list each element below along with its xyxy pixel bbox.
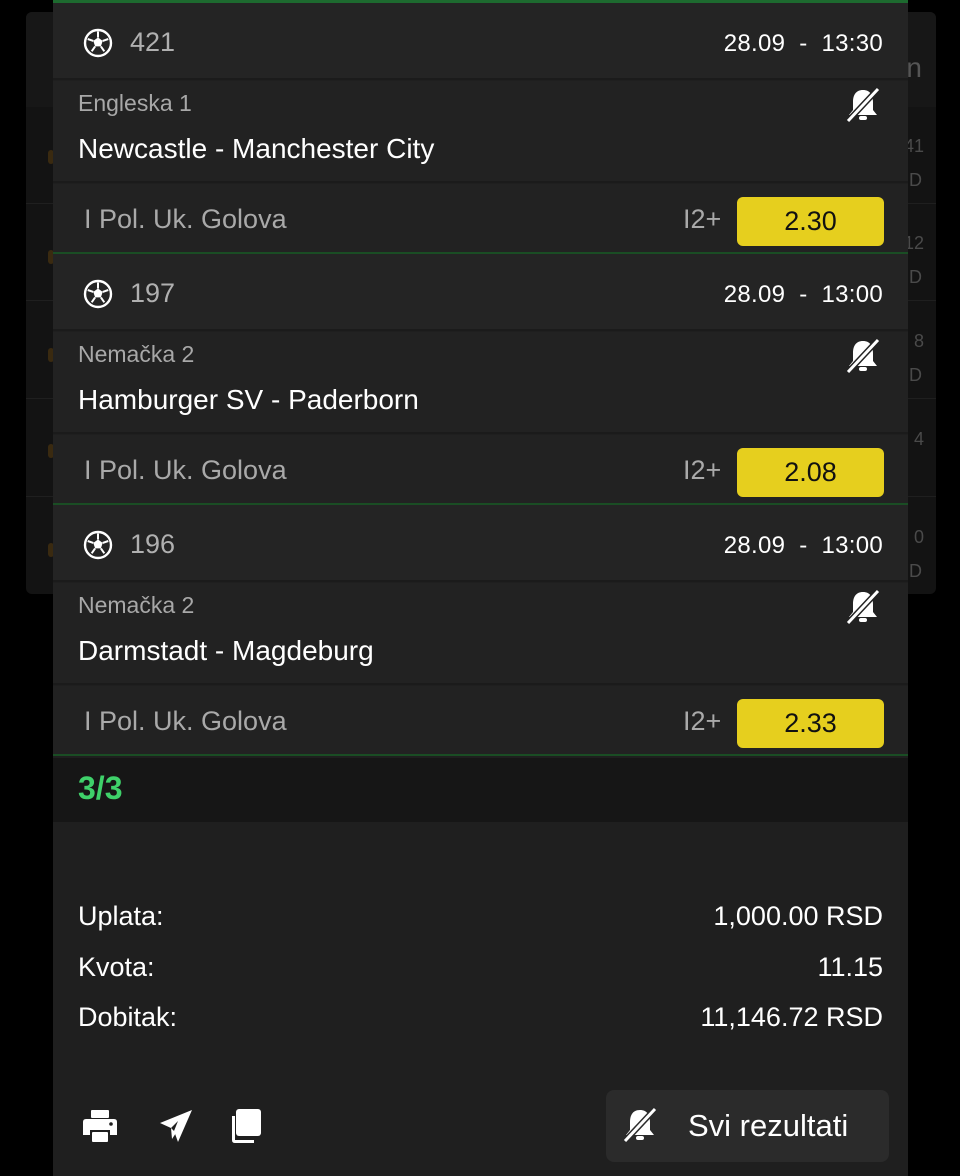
odd-button[interactable]: 2.30	[737, 197, 884, 246]
selection-name: I2+	[683, 204, 722, 234]
match-body: Nemačka 2 Hamburger SV - Paderborn	[53, 332, 908, 434]
match-header: 196 28.09 - 13:00	[53, 505, 908, 582]
match-body: Engleska 1 Newcastle - Manchester City	[53, 81, 908, 183]
match-teams: Darmstadt - Magdeburg	[78, 635, 374, 666]
match-pick: I Pol. Uk. Golova I2+ 2.08	[53, 435, 908, 505]
background-text: D	[909, 267, 922, 287]
bet-ticket: 421 28.09 - 13:30 Engleska 1 Newcastle -…	[53, 0, 908, 1176]
selection-name: I2+	[683, 706, 722, 736]
match-datetime: 28.09 - 13:30	[723, 30, 883, 57]
selection-name: I2+	[683, 455, 722, 485]
status-count: 3/3	[78, 770, 123, 806]
notification-off-icon	[622, 1106, 658, 1144]
odd-button[interactable]: 2.08	[737, 448, 884, 497]
background-header-text: n	[906, 52, 922, 83]
odds-label: Kvota:	[78, 952, 155, 982]
match-code: 421	[130, 27, 176, 57]
odd-button[interactable]: 2.33	[737, 699, 884, 748]
match-datetime: 28.09 - 13:00	[723, 532, 883, 559]
notification-off-icon[interactable]	[843, 85, 883, 125]
match-teams: Newcastle - Manchester City	[78, 133, 435, 164]
background-text: D	[909, 561, 922, 581]
match-code: 197	[130, 278, 176, 308]
match-header: 197 28.09 - 13:00	[53, 254, 908, 331]
league-name: Nemačka 2	[78, 592, 195, 618]
match-datetime: 28.09 - 13:00	[723, 281, 883, 308]
send-icon[interactable]	[156, 1106, 196, 1146]
ticket-actions: Svi rezultati	[53, 1090, 908, 1162]
ticket-status-bar: 3/3	[53, 758, 908, 822]
match-pick: I Pol. Uk. Golova I2+ 2.33	[53, 686, 908, 756]
background-text: 4	[913, 429, 924, 449]
match-item: 421 28.09 - 13:30 Engleska 1 Newcastle -…	[53, 3, 908, 254]
stake-label: Uplata:	[78, 901, 164, 931]
football-icon	[83, 28, 113, 58]
all-results-label: Svi rezultati	[688, 1108, 849, 1143]
odds-value: 11.15	[817, 952, 883, 982]
all-results-button[interactable]: Svi rezultati	[606, 1090, 889, 1162]
league-name: Engleska 1	[78, 90, 192, 116]
win-row: Dobitak: 11,146.72 RSD	[78, 1002, 883, 1042]
football-icon	[83, 530, 113, 560]
match-header: 421 28.09 - 13:30	[53, 3, 908, 80]
odds-row: Kvota: 11.15	[78, 952, 883, 992]
background-text: D	[909, 365, 922, 385]
match-item: 197 28.09 - 13:00 Nemačka 2 Hamburger SV…	[53, 254, 908, 505]
match-item: 196 28.09 - 13:00 Nemačka 2 Darmstadt - …	[53, 505, 908, 756]
stake-value: 1,000.00 RSD	[713, 901, 883, 931]
win-value: 11,146.72 RSD	[700, 1002, 883, 1032]
market-name: I Pol. Uk. Golova	[84, 204, 287, 234]
win-label: Dobitak:	[78, 1002, 178, 1032]
stake-row: Uplata: 1,000.00 RSD	[78, 901, 883, 941]
background-text: 0	[913, 527, 924, 547]
match-teams: Hamburger SV - Paderborn	[78, 384, 419, 415]
market-name: I Pol. Uk. Golova	[84, 706, 287, 736]
copy-icon[interactable]	[225, 1106, 265, 1146]
printer-icon[interactable]	[80, 1106, 120, 1146]
background-text: D	[909, 170, 922, 190]
league-name: Nemačka 2	[78, 341, 195, 367]
market-name: I Pol. Uk. Golova	[84, 455, 287, 485]
background-text: 8	[913, 331, 924, 351]
match-pick: I Pol. Uk. Golova I2+ 2.30	[53, 184, 908, 254]
football-icon	[83, 279, 113, 309]
notification-off-icon[interactable]	[843, 336, 883, 376]
match-code: 196	[130, 529, 176, 559]
notification-off-icon[interactable]	[843, 587, 883, 627]
match-body: Nemačka 2 Darmstadt - Magdeburg	[53, 583, 908, 685]
